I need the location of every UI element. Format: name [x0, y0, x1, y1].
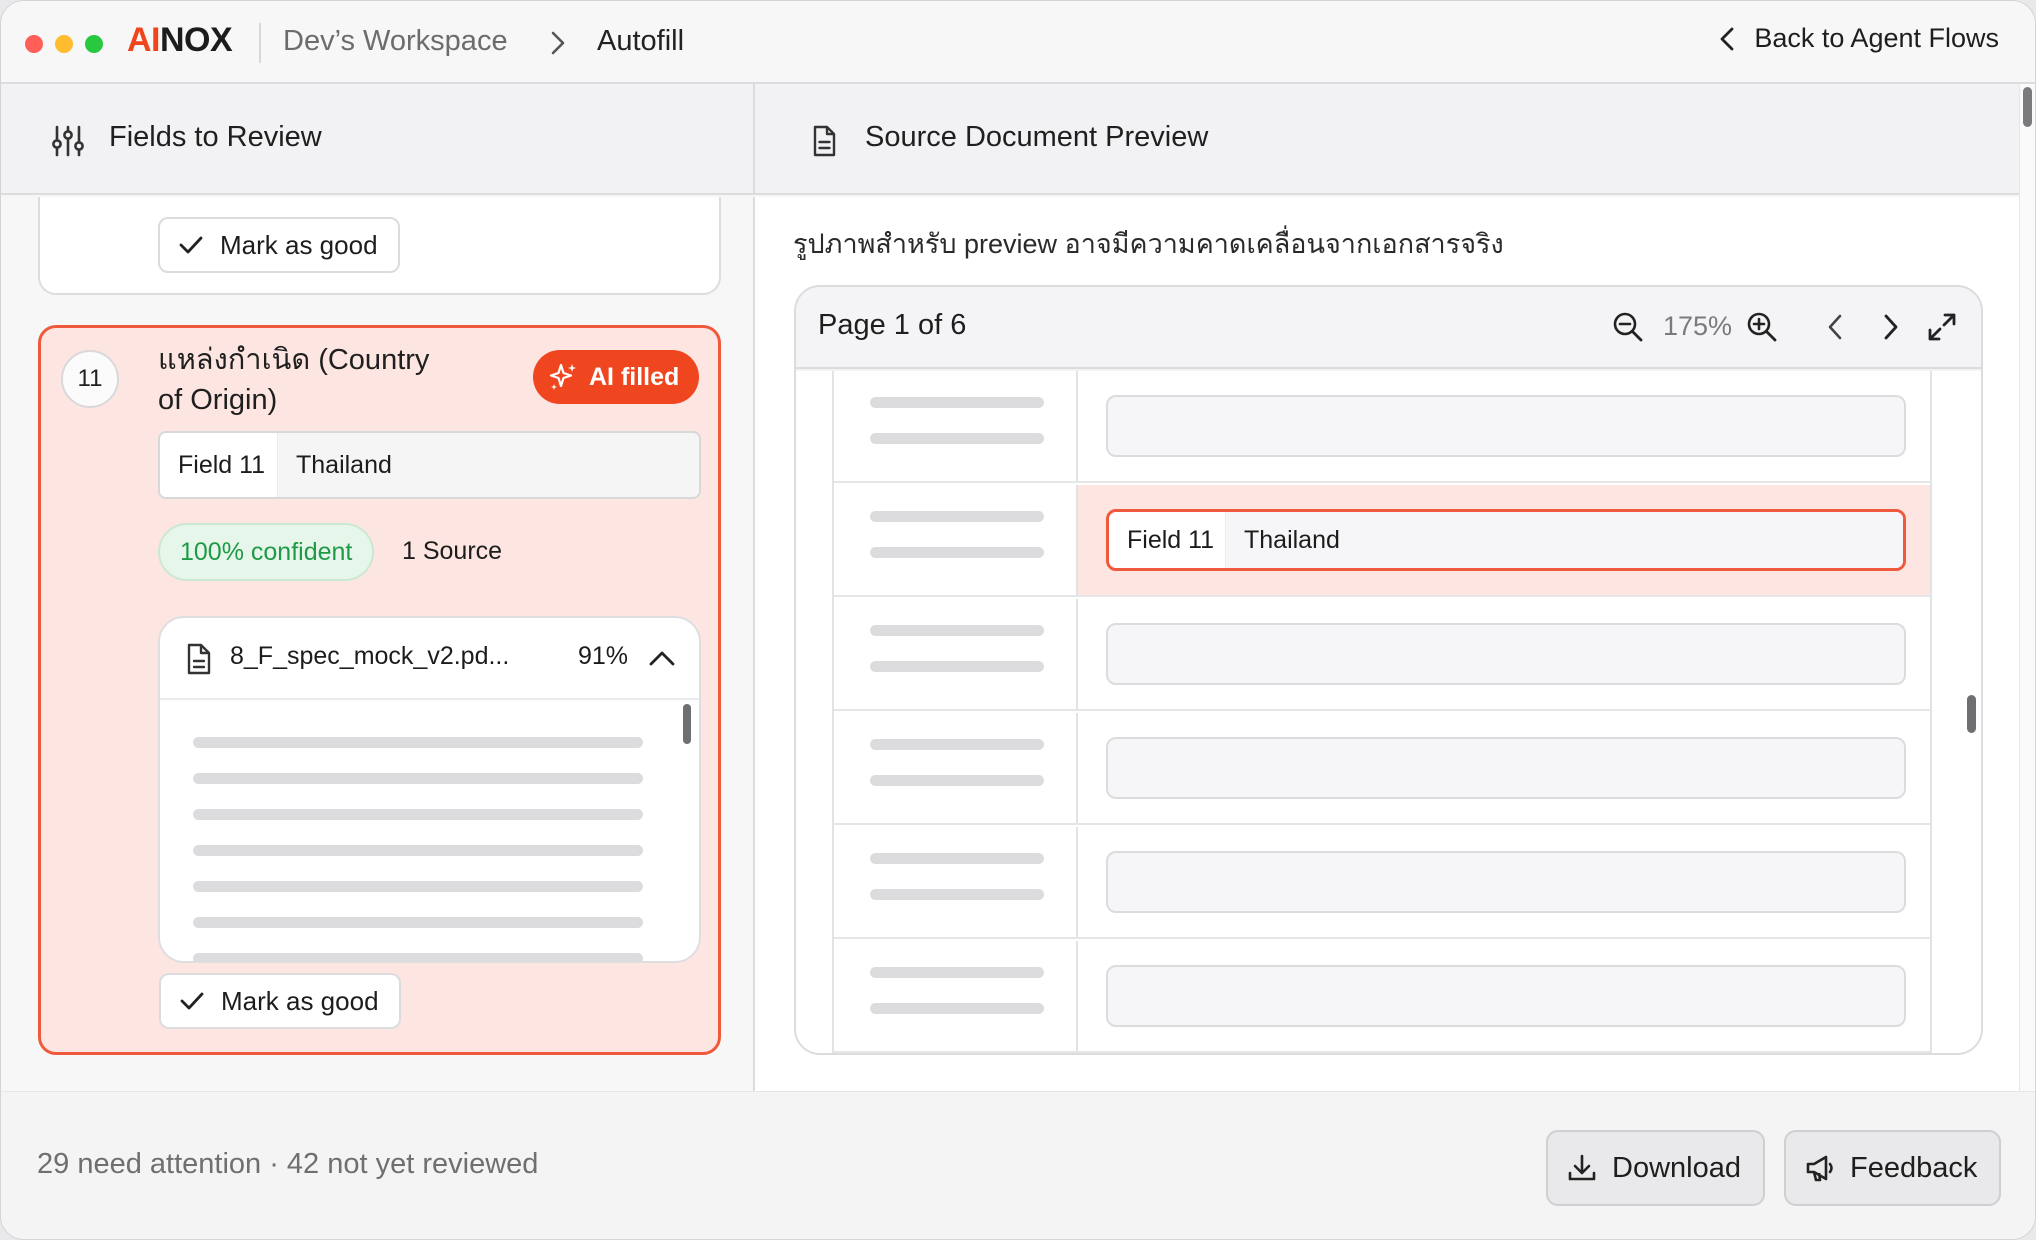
- document-field-placeholder: [1106, 623, 1906, 685]
- chevron-up-icon[interactable]: [648, 646, 676, 670]
- check-icon: [180, 992, 204, 1010]
- feedback-label: Feedback: [1850, 1151, 1978, 1184]
- preview-panel: รูปภาพสำหรับ preview อาจมีความคาดเคลื่อน…: [755, 197, 2019, 1091]
- app-window: AINOX Dev’s Workspace Autofill Back to A…: [0, 0, 2036, 1240]
- source-card-header[interactable]: 8_F_spec_mock_v2.pd... 91%: [160, 618, 699, 700]
- download-icon: [1568, 1154, 1596, 1181]
- fields-panel-title: Fields to Review: [109, 121, 322, 153]
- preview-panel-title: Source Document Preview: [865, 121, 1209, 153]
- document-row: [834, 713, 1930, 825]
- source-text-placeholder: [193, 773, 643, 784]
- breadcrumb-workspace[interactable]: Dev’s Workspace: [283, 25, 508, 58]
- document-field-placeholder: [1106, 851, 1906, 913]
- source-text-placeholder: [193, 737, 643, 748]
- chevron-left-icon: [1720, 27, 1734, 50]
- source-text-placeholder: [193, 845, 643, 856]
- next-page-icon[interactable]: [1872, 309, 1908, 345]
- fields-list[interactable]: Mark as good 11 แหล่งกำเนิด (Country of …: [1, 197, 755, 1091]
- confidence-badge: 100% confident: [158, 523, 375, 581]
- document-icon: [813, 125, 836, 157]
- fields-panel-header: Fields to Review: [1, 84, 755, 195]
- window-close-button[interactable]: [25, 35, 43, 53]
- zoom-in-icon[interactable]: [1744, 309, 1780, 345]
- preview-panel-header: Source Document Preview: [755, 84, 2019, 195]
- breadcrumb-current-page: Autofill: [597, 25, 685, 57]
- review-status-summary: 29 need attention · 42 not yet reviewed: [37, 1148, 539, 1180]
- source-count: 1 Source: [402, 537, 503, 565]
- zoom-level: 175%: [1663, 311, 1733, 341]
- footer-bar: 29 need attention · 42 not yet reviewed …: [1, 1091, 2035, 1239]
- source-text-placeholder: [193, 809, 643, 820]
- source-text-placeholder: [193, 917, 643, 928]
- sliders-icon: [52, 125, 84, 157]
- zoom-out-icon[interactable]: [1610, 309, 1646, 345]
- field-key: Field 11: [160, 433, 278, 497]
- field-value-display[interactable]: Field 11 Thailand: [158, 431, 701, 499]
- back-link-label: Back to Agent Flows: [1754, 23, 1999, 53]
- mark-as-good-button[interactable]: Mark as good: [159, 973, 401, 1029]
- field-title: แหล่งกำเนิด (Country of Origin): [158, 344, 430, 416]
- window-minimize-button[interactable]: [55, 35, 73, 53]
- viewer-toolbar: Page 1 of 6 175%: [796, 287, 1981, 369]
- previous-page-icon[interactable]: [1818, 309, 1854, 345]
- page-indicator: Page 1 of 6: [818, 309, 967, 341]
- document-row: [834, 827, 1930, 939]
- preview-disclaimer: รูปภาพสำหรับ preview อาจมีความคาดเคลื่อน…: [793, 229, 1504, 259]
- page-scrollbar[interactable]: [2023, 87, 2032, 127]
- megaphone-icon: [1806, 1155, 1833, 1182]
- download-label: Download: [1612, 1151, 1741, 1184]
- document-field-placeholder: [1106, 965, 1906, 1027]
- highlighted-source-field[interactable]: Field 11 Thailand: [1106, 509, 1906, 571]
- source-file-name: 8_F_spec_mock_v2.pd...: [230, 642, 510, 670]
- field-card-previous: Mark as good: [38, 197, 721, 295]
- file-icon: [187, 643, 211, 675]
- source-card: 8_F_spec_mock_v2.pd... 91%: [158, 616, 701, 963]
- source-scrollbar[interactable]: [683, 704, 691, 744]
- field-card-active[interactable]: 11 แหล่งกำเนิด (Country of Origin) AI fi…: [38, 325, 721, 1055]
- document-row: [834, 599, 1930, 711]
- document-sheet: Field 11 Thailand: [832, 371, 1932, 1053]
- document-row: [834, 371, 1930, 483]
- document-viewer: Page 1 of 6 175% Field 11 Thailand: [794, 285, 1983, 1055]
- highlighted-field-value: Thailand: [1226, 512, 1903, 568]
- mark-as-good-label: Mark as good: [221, 985, 379, 1016]
- field-number-badge: 11: [61, 350, 119, 408]
- check-icon: [179, 236, 203, 254]
- document-field-placeholder: [1106, 737, 1906, 799]
- source-text-placeholder: [193, 881, 643, 892]
- brand-logo: AINOX: [127, 21, 233, 59]
- field-value: Thailand: [296, 450, 392, 479]
- chevron-right-icon: [551, 31, 565, 55]
- back-to-agent-flows-link[interactable]: Back to Agent Flows: [1716, 23, 1999, 54]
- source-text-placeholder: [193, 953, 643, 961]
- ai-filled-badge: AI filled: [533, 350, 700, 404]
- highlighted-field-key: Field 11: [1109, 512, 1226, 568]
- document-row-highlighted: Field 11 Thailand: [834, 485, 1930, 597]
- source-match-percent: 91%: [578, 642, 629, 670]
- document-field-placeholder: [1106, 395, 1906, 457]
- sparkles-icon: [549, 363, 576, 390]
- mark-as-good-label: Mark as good: [220, 229, 378, 260]
- feedback-button[interactable]: Feedback: [1784, 1130, 2002, 1206]
- document-page[interactable]: Field 11 Thailand: [796, 371, 1981, 1053]
- download-button[interactable]: Download: [1546, 1130, 1765, 1206]
- document-row: [834, 941, 1930, 1053]
- viewer-scrollbar[interactable]: [1967, 695, 1976, 733]
- ai-filled-label: AI filled: [589, 362, 680, 391]
- title-bar: AINOX Dev’s Workspace Autofill Back to A…: [1, 1, 2035, 84]
- page-scroll-track[interactable]: [2019, 84, 2035, 1094]
- fullscreen-icon[interactable]: [1924, 309, 1960, 345]
- window-zoom-button[interactable]: [85, 35, 103, 53]
- mark-as-good-button[interactable]: Mark as good: [158, 217, 400, 273]
- title-divider: [259, 23, 261, 63]
